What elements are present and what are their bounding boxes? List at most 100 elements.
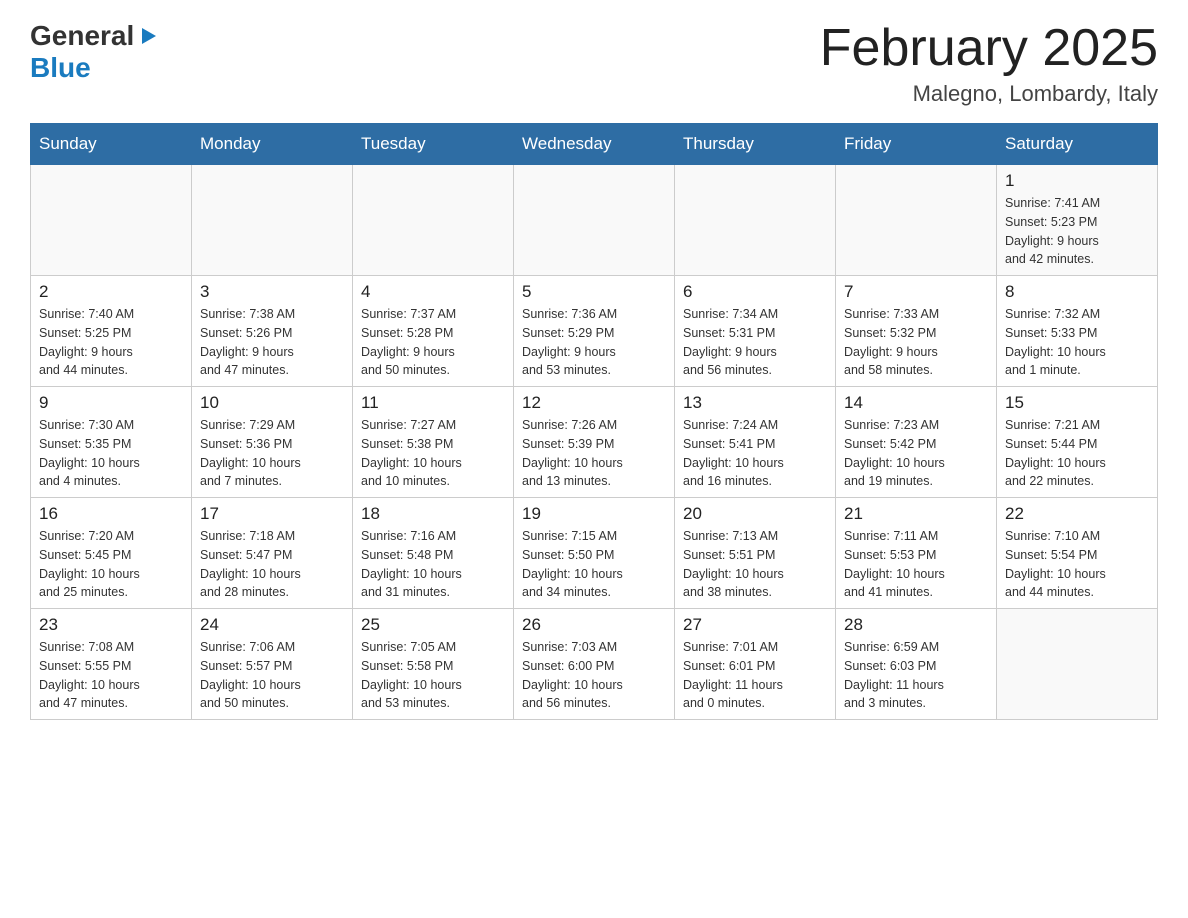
calendar-week-row: 16 Sunrise: 7:20 AM Sunset: 5:45 PM Dayli…	[31, 498, 1158, 609]
day-info: Sunrise: 7:27 AM Sunset: 5:38 PM Dayligh…	[361, 416, 505, 491]
header-monday: Monday	[192, 124, 353, 165]
day-number: 20	[683, 504, 827, 524]
table-row	[675, 165, 836, 276]
day-info: Sunrise: 7:13 AM Sunset: 5:51 PM Dayligh…	[683, 527, 827, 602]
day-info: Sunrise: 7:11 AM Sunset: 5:53 PM Dayligh…	[844, 527, 988, 602]
table-row: 26 Sunrise: 7:03 AM Sunset: 6:00 PM Dayli…	[514, 609, 675, 720]
table-row: 25 Sunrise: 7:05 AM Sunset: 5:58 PM Dayli…	[353, 609, 514, 720]
day-info: Sunrise: 7:24 AM Sunset: 5:41 PM Dayligh…	[683, 416, 827, 491]
table-row: 23 Sunrise: 7:08 AM Sunset: 5:55 PM Dayli…	[31, 609, 192, 720]
day-number: 21	[844, 504, 988, 524]
table-row: 15Sunrise: 7:21 AM Sunset: 5:44 PM Dayli…	[997, 387, 1158, 498]
day-number: 27	[683, 615, 827, 635]
table-row: 11 Sunrise: 7:27 AM Sunset: 5:38 PM Dayli…	[353, 387, 514, 498]
day-info: Sunrise: 7:01 AM Sunset: 6:01 PM Dayligh…	[683, 638, 827, 713]
table-row: 7Sunrise: 7:33 AM Sunset: 5:32 PM Daylig…	[836, 276, 997, 387]
table-row: 6 Sunrise: 7:34 AM Sunset: 5:31 PM Daylig…	[675, 276, 836, 387]
day-number: 5	[522, 282, 666, 302]
table-row: 14Sunrise: 7:23 AM Sunset: 5:42 PM Dayli…	[836, 387, 997, 498]
table-row: 24Sunrise: 7:06 AM Sunset: 5:57 PM Dayli…	[192, 609, 353, 720]
day-number: 25	[361, 615, 505, 635]
day-info: Sunrise: 7:37 AM Sunset: 5:28 PM Dayligh…	[361, 305, 505, 380]
page-header: General Blue February 2025 Malegno, Lomb…	[30, 20, 1158, 107]
logo-blue-text: Blue	[30, 52, 91, 83]
table-row: 16 Sunrise: 7:20 AM Sunset: 5:45 PM Dayli…	[31, 498, 192, 609]
day-info: Sunrise: 7:21 AM Sunset: 5:44 PM Dayligh…	[1005, 416, 1149, 491]
table-row: 27 Sunrise: 7:01 AM Sunset: 6:01 PM Dayli…	[675, 609, 836, 720]
table-row: 3 Sunrise: 7:38 AM Sunset: 5:26 PM Daylig…	[192, 276, 353, 387]
table-row	[997, 609, 1158, 720]
header-friday: Friday	[836, 124, 997, 165]
logo-general-text: General	[30, 20, 134, 52]
day-number: 26	[522, 615, 666, 635]
day-number: 8	[1005, 282, 1149, 302]
calendar-week-row: 1 Sunrise: 7:41 AM Sunset: 5:23 PM Daylig…	[31, 165, 1158, 276]
day-info: Sunrise: 7:06 AM Sunset: 5:57 PM Dayligh…	[200, 638, 344, 713]
day-info: Sunrise: 7:32 AM Sunset: 5:33 PM Dayligh…	[1005, 305, 1149, 380]
day-info: Sunrise: 7:29 AM Sunset: 5:36 PM Dayligh…	[200, 416, 344, 491]
day-info: Sunrise: 7:03 AM Sunset: 6:00 PM Dayligh…	[522, 638, 666, 713]
day-info: Sunrise: 7:15 AM Sunset: 5:50 PM Dayligh…	[522, 527, 666, 602]
table-row: 10 Sunrise: 7:29 AM Sunset: 5:36 PM Dayli…	[192, 387, 353, 498]
day-info: Sunrise: 7:41 AM Sunset: 5:23 PM Dayligh…	[1005, 194, 1149, 269]
calendar-week-row: 2Sunrise: 7:40 AM Sunset: 5:25 PM Daylig…	[31, 276, 1158, 387]
day-number: 22	[1005, 504, 1149, 524]
table-row: 18Sunrise: 7:16 AM Sunset: 5:48 PM Dayli…	[353, 498, 514, 609]
day-info: Sunrise: 7:18 AM Sunset: 5:47 PM Dayligh…	[200, 527, 344, 602]
table-row: 5 Sunrise: 7:36 AM Sunset: 5:29 PM Daylig…	[514, 276, 675, 387]
table-row: 8 Sunrise: 7:32 AM Sunset: 5:33 PM Daylig…	[997, 276, 1158, 387]
day-info: Sunrise: 7:30 AM Sunset: 5:35 PM Dayligh…	[39, 416, 183, 491]
logo: General Blue	[30, 20, 158, 84]
header-thursday: Thursday	[675, 124, 836, 165]
table-row: 2Sunrise: 7:40 AM Sunset: 5:25 PM Daylig…	[31, 276, 192, 387]
day-number: 19	[522, 504, 666, 524]
day-info: Sunrise: 7:34 AM Sunset: 5:31 PM Dayligh…	[683, 305, 827, 380]
table-row: 4 Sunrise: 7:37 AM Sunset: 5:28 PM Daylig…	[353, 276, 514, 387]
header-tuesday: Tuesday	[353, 124, 514, 165]
table-row	[353, 165, 514, 276]
table-row: 9 Sunrise: 7:30 AM Sunset: 5:35 PM Daylig…	[31, 387, 192, 498]
day-number: 12	[522, 393, 666, 413]
day-info: Sunrise: 6:59 AM Sunset: 6:03 PM Dayligh…	[844, 638, 988, 713]
day-info: Sunrise: 7:20 AM Sunset: 5:45 PM Dayligh…	[39, 527, 183, 602]
day-info: Sunrise: 7:36 AM Sunset: 5:29 PM Dayligh…	[522, 305, 666, 380]
day-number: 28	[844, 615, 988, 635]
day-info: Sunrise: 7:05 AM Sunset: 5:58 PM Dayligh…	[361, 638, 505, 713]
table-row: 28 Sunrise: 6:59 AM Sunset: 6:03 PM Dayli…	[836, 609, 997, 720]
table-row: 22 Sunrise: 7:10 AM Sunset: 5:54 PM Dayli…	[997, 498, 1158, 609]
day-number: 10	[200, 393, 344, 413]
month-title: February 2025	[820, 20, 1158, 77]
table-row: 17 Sunrise: 7:18 AM Sunset: 5:47 PM Dayli…	[192, 498, 353, 609]
day-info: Sunrise: 7:08 AM Sunset: 5:55 PM Dayligh…	[39, 638, 183, 713]
table-row: 13 Sunrise: 7:24 AM Sunset: 5:41 PM Dayli…	[675, 387, 836, 498]
logo-arrow-icon	[138, 26, 158, 51]
day-number: 17	[200, 504, 344, 524]
table-row	[514, 165, 675, 276]
table-row: 19 Sunrise: 7:15 AM Sunset: 5:50 PM Dayli…	[514, 498, 675, 609]
day-number: 18	[361, 504, 505, 524]
day-number: 16	[39, 504, 183, 524]
day-number: 4	[361, 282, 505, 302]
header-saturday: Saturday	[997, 124, 1158, 165]
table-row: 12 Sunrise: 7:26 AM Sunset: 5:39 PM Dayli…	[514, 387, 675, 498]
day-number: 13	[683, 393, 827, 413]
day-number: 3	[200, 282, 344, 302]
day-number: 9	[39, 393, 183, 413]
day-number: 23	[39, 615, 183, 635]
day-info: Sunrise: 7:10 AM Sunset: 5:54 PM Dayligh…	[1005, 527, 1149, 602]
day-number: 6	[683, 282, 827, 302]
day-info: Sunrise: 7:33 AM Sunset: 5:32 PM Dayligh…	[844, 305, 988, 380]
title-block: February 2025 Malegno, Lombardy, Italy	[820, 20, 1158, 107]
table-row	[192, 165, 353, 276]
header-sunday: Sunday	[31, 124, 192, 165]
table-row: 1 Sunrise: 7:41 AM Sunset: 5:23 PM Daylig…	[997, 165, 1158, 276]
day-info: Sunrise: 7:26 AM Sunset: 5:39 PM Dayligh…	[522, 416, 666, 491]
table-row	[836, 165, 997, 276]
day-number: 2	[39, 282, 183, 302]
table-row: 21 Sunrise: 7:11 AM Sunset: 5:53 PM Dayli…	[836, 498, 997, 609]
day-number: 11	[361, 393, 505, 413]
day-number: 1	[1005, 171, 1149, 191]
day-info: Sunrise: 7:38 AM Sunset: 5:26 PM Dayligh…	[200, 305, 344, 380]
day-number: 14	[844, 393, 988, 413]
weekday-header-row: Sunday Monday Tuesday Wednesday Thursday…	[31, 124, 1158, 165]
